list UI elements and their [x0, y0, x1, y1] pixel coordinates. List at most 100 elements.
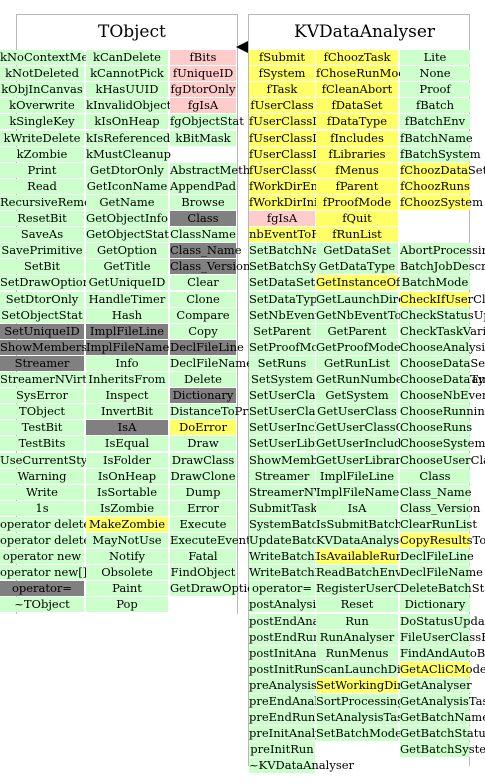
tobject-member[interactable]: Obsolete [86, 565, 168, 581]
kv-member[interactable]: Run [316, 613, 398, 629]
tobject-member[interactable]: ShowMembers [0, 339, 87, 355]
kv-member[interactable]: fChoozDataSet [400, 162, 485, 178]
kv-member[interactable]: fCleanAbort [316, 82, 398, 98]
tobject-member[interactable]: DrawClass [170, 452, 236, 468]
tobject-member[interactable]: kMustCleanup [86, 146, 171, 162]
tobject-member[interactable]: SetUniqueID [0, 323, 84, 339]
tobject-member[interactable]: StreamerNVirtual [0, 372, 105, 387]
kv-member[interactable]: GetRunNumberFromFileName [316, 372, 485, 387]
kv-member[interactable]: Dictionary [400, 597, 470, 613]
kv-member[interactable]: SystemBatchName [249, 516, 360, 532]
kv-member[interactable]: fRunList [316, 227, 398, 243]
kv-member[interactable]: CheckTaskVariables [400, 323, 485, 339]
kv-member[interactable]: fChoozTask [316, 50, 398, 65]
kv-member[interactable]: GetNbEventToRead [316, 307, 431, 323]
tobject-member[interactable]: RecursiveRemove [0, 194, 104, 210]
tobject-member[interactable]: operator new[] [0, 565, 87, 581]
tobject-member[interactable]: MayNotUse [86, 533, 168, 548]
kv-member[interactable]: None [400, 66, 470, 82]
tobject-member[interactable]: GetTitle [86, 259, 168, 275]
tobject-member[interactable]: Inspect [86, 388, 168, 404]
tobject-member[interactable]: InheritsFrom [86, 372, 168, 387]
kv-member[interactable]: SetSystem [249, 372, 315, 387]
kv-member[interactable]: DeclFileName [400, 565, 483, 581]
tobject-member[interactable]: SavePrimitive [0, 243, 84, 259]
kv-member[interactable]: CheckIfUserClassIsValid [400, 291, 485, 307]
kv-member[interactable]: DeclFileLine [400, 549, 474, 565]
kv-member[interactable]: IsA [316, 500, 398, 516]
tobject-member[interactable]: fgIsA [170, 98, 236, 114]
tobject-member[interactable]: Print [0, 162, 84, 178]
kv-member[interactable]: fSystem [249, 66, 315, 82]
kv-member[interactable]: postInitRun [249, 661, 318, 677]
kv-member[interactable]: ReadBatchEnvFile [316, 565, 424, 581]
kv-member[interactable]: nbEventToRead [249, 227, 341, 243]
kv-member[interactable]: GetDataType [316, 259, 398, 275]
kv-member[interactable]: WriteBatchInfo [249, 565, 338, 581]
kv-member[interactable]: ShowMembers [249, 452, 336, 468]
kv-member[interactable]: ChooseDataSet [400, 355, 485, 371]
tobject-member[interactable]: GetIconName [86, 178, 168, 194]
kv-member[interactable]: SetDataType [249, 291, 324, 307]
tobject-member[interactable]: ImplFileName [86, 339, 169, 355]
kv-member[interactable]: ScanLaunchDirectory [316, 661, 443, 677]
kv-member[interactable]: fDataType [316, 114, 398, 130]
kv-member[interactable]: GetBatchStatusFileName [400, 726, 485, 742]
kv-member[interactable]: IsAvailableRuns [316, 549, 409, 565]
tobject-member[interactable]: Compare [170, 307, 236, 323]
kv-member[interactable]: fMenus [316, 162, 398, 178]
kv-member[interactable]: SetBatchMode [316, 726, 402, 742]
tobject-member[interactable]: Class_Version [170, 259, 250, 275]
tobject-member[interactable]: kOverwrite [0, 98, 84, 114]
tobject-member[interactable]: HandleTimer [86, 291, 168, 307]
kv-member[interactable]: StreamerNVirtual [249, 484, 354, 500]
kv-member[interactable]: SetProofMode [249, 339, 333, 355]
tobject-member[interactable]: DrawClone [170, 468, 236, 484]
tobject-member[interactable]: Class_Name [170, 243, 242, 259]
tobject-member[interactable]: ImplFileLine [86, 323, 168, 339]
kv-member[interactable]: SetNbEventToRead [249, 307, 363, 323]
kv-member[interactable]: GetAnalyser [400, 677, 472, 693]
kv-member[interactable]: ChooseNbEventToRead [400, 388, 485, 404]
kv-member[interactable]: fgIsA [249, 211, 315, 226]
tobject-member[interactable]: GetOption [86, 243, 168, 259]
kv-member[interactable]: UpdateBatchStatusFile [249, 533, 385, 548]
tobject-member[interactable]: IsEqual [86, 436, 168, 452]
kv-member[interactable]: RunAnalyser [316, 629, 398, 645]
tobject-member[interactable]: Delete [170, 372, 236, 387]
kv-member[interactable]: FileUserClassFilesExist [400, 629, 485, 645]
kv-member[interactable]: ChooseAnalysisTask [400, 339, 485, 355]
tobject-member[interactable]: TObject [0, 404, 84, 420]
tobject-member[interactable]: kBitMask [170, 130, 236, 146]
kv-member[interactable]: fLibraries [316, 146, 398, 162]
tobject-member[interactable]: IsZombie [86, 500, 168, 516]
kv-member[interactable]: SubmitTask [249, 500, 317, 516]
kv-member[interactable]: SetUserClass [249, 388, 327, 404]
tobject-member[interactable]: Write [0, 484, 84, 500]
tobject-member[interactable]: DeclFileName [170, 355, 253, 371]
tobject-member[interactable]: kSingleKey [0, 114, 84, 130]
kv-member[interactable]: postEndAnalysis [249, 613, 345, 629]
tobject-member[interactable]: SetBit [0, 259, 84, 275]
tobject-member[interactable]: Info [86, 355, 168, 371]
tobject-member[interactable]: GetName [86, 194, 168, 210]
tobject-member[interactable]: fBits [170, 50, 236, 65]
tobject-member[interactable]: SetDtorOnly [0, 291, 84, 307]
kv-member[interactable]: GetDataSet [316, 243, 398, 259]
kv-member[interactable]: SetParent [249, 323, 315, 339]
tobject-member[interactable]: Error [170, 500, 236, 516]
kv-member[interactable]: BatchJobDescription [400, 259, 485, 275]
kv-member[interactable]: GetAnalysisTask [400, 694, 485, 709]
kv-member[interactable]: RegisterUserClass [316, 581, 424, 597]
tobject-member[interactable]: kIsOnHeap [86, 114, 168, 130]
kv-member[interactable]: KVDataAnalyser [316, 533, 411, 548]
tobject-member[interactable]: IsFolder [86, 452, 168, 468]
tobject-member[interactable]: DistanceToPrimitive [170, 404, 288, 420]
kv-member[interactable]: ImplFileName [316, 484, 399, 500]
tobject-member[interactable]: TestBits [0, 436, 84, 452]
kv-member[interactable]: fBatchName [400, 130, 473, 146]
tobject-member[interactable]: kCanDelete [86, 50, 168, 65]
kv-member[interactable]: ~KVDataAnalyser [249, 758, 354, 774]
kv-member[interactable]: fChoseRunMode [316, 66, 412, 82]
kv-member[interactable]: fUserClass [249, 98, 315, 114]
